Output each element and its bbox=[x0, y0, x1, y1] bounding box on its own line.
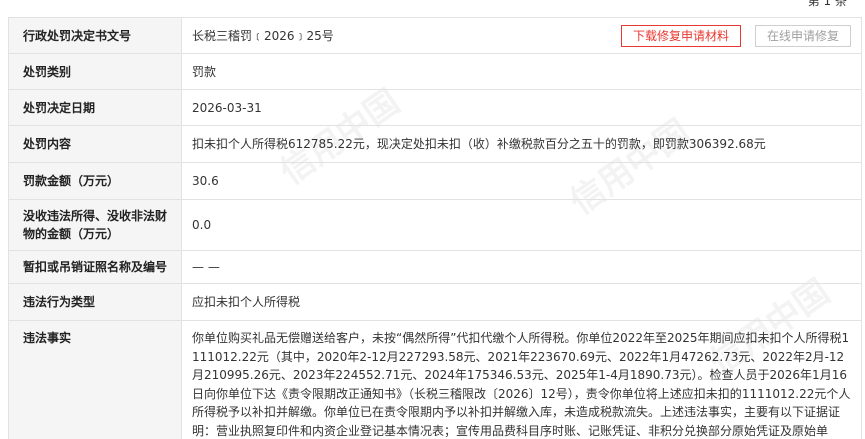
download-repair-materials-button[interactable]: 下载修复申请材料 bbox=[620, 24, 741, 47]
row-label: 处罚类别 bbox=[8, 53, 182, 90]
row-label: 没收违法所得、没收非法财物的金额（万元） bbox=[8, 199, 182, 251]
row-value: — — bbox=[181, 250, 862, 284]
online-repair-button[interactable]: 在线申请修复 bbox=[754, 24, 851, 47]
table-row-penalty-content: 处罚内容 扣未扣个人所得税612785.22元，现决定处扣未扣（收）补缴税款百分… bbox=[8, 125, 862, 163]
table-row-decision-number: 行政处罚决定书文号 长税三稽罚﹝2026﹞25号 下载修复申请材料 在线申请修复 bbox=[8, 17, 862, 54]
table-row-fine-amount: 罚款金额（万元） 30.6 bbox=[8, 162, 862, 200]
table-row-confiscation-amount: 没收违法所得、没收非法财物的金额（万元） 0.0 bbox=[8, 199, 862, 251]
row-label: 处罚决定日期 bbox=[8, 89, 182, 126]
penalty-detail-page: 第 1 条 信用中国 信用中国 信用中国 行政处罚决定书文号 长税三稽罚﹝202… bbox=[0, 0, 865, 439]
decision-number-value: 长税三稽罚﹝2026﹞25号 bbox=[192, 28, 334, 43]
row-label: 行政处罚决定书文号 bbox=[8, 17, 182, 54]
page-count: 第 1 条 bbox=[807, 0, 847, 8]
row-label: 违法行为类型 bbox=[8, 283, 182, 321]
table-row-decision-date: 处罚决定日期 2026-03-31 bbox=[8, 89, 862, 126]
decision-number-wrap: 长税三稽罚﹝2026﹞25号 下载修复申请材料 在线申请修复 bbox=[192, 24, 851, 47]
row-value: 应扣未扣个人所得税 bbox=[181, 283, 862, 321]
row-value-cell: 长税三稽罚﹝2026﹞25号 下载修复申请材料 在线申请修复 bbox=[181, 17, 862, 54]
repair-button-group: 下载修复申请材料 在线申请修复 bbox=[620, 24, 851, 47]
row-value: 罚款 bbox=[181, 53, 862, 90]
row-label: 违法事实 bbox=[8, 320, 182, 439]
row-value: 0.0 bbox=[181, 199, 862, 251]
row-value-cell: 你单位购买礼品无偿赠送给客户，未按“偶然所得”代扣代缴个人所得税。你单位2022… bbox=[181, 320, 862, 439]
row-label: 罚款金额（万元） bbox=[8, 162, 182, 200]
row-value: 扣未扣个人所得税612785.22元，现决定处扣未扣（收）补缴税款百分之五十的罚… bbox=[181, 125, 862, 163]
row-label: 暂扣或吊销证照名称及编号 bbox=[8, 250, 182, 284]
row-value: 30.6 bbox=[181, 162, 862, 200]
row-label: 处罚内容 bbox=[8, 125, 182, 163]
table-row-penalty-category: 处罚类别 罚款 bbox=[8, 53, 862, 90]
table-row-license-suspension: 暂扣或吊销证照名称及编号 — — bbox=[8, 250, 862, 284]
row-value: 2026-03-31 bbox=[181, 89, 862, 126]
violation-facts-text: 你单位购买礼品无偿赠送给客户，未按“偶然所得”代扣代缴个人所得税。你单位2022… bbox=[192, 331, 851, 438]
table-row-violation-type: 违法行为类型 应扣未扣个人所得税 bbox=[8, 283, 862, 321]
penalty-info-table: 行政处罚决定书文号 长税三稽罚﹝2026﹞25号 下载修复申请材料 在线申请修复… bbox=[8, 17, 862, 439]
table-row-violation-facts: 违法事实 你单位购买礼品无偿赠送给客户，未按“偶然所得”代扣代缴个人所得税。你单… bbox=[8, 320, 862, 439]
